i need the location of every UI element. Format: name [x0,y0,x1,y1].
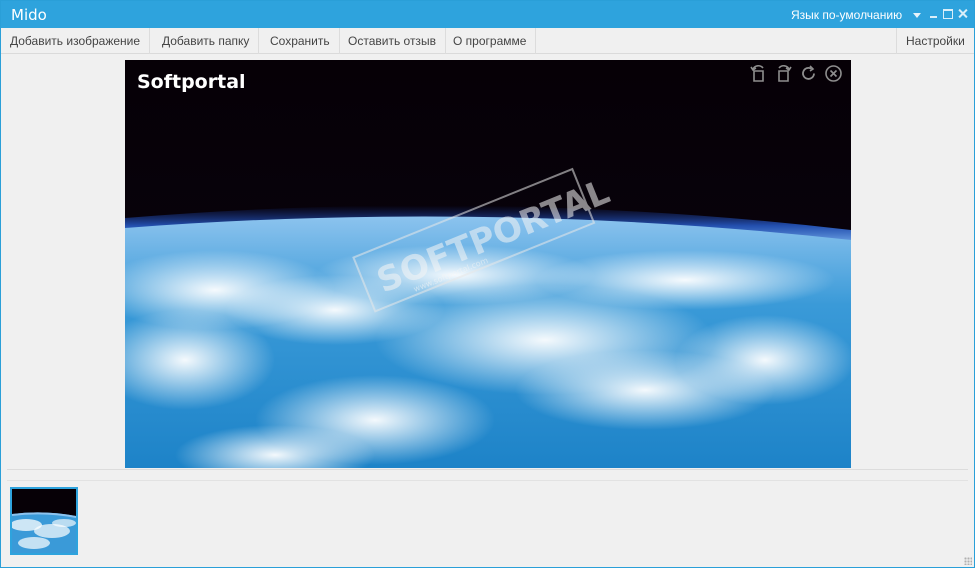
refresh-icon[interactable] [799,64,818,83]
rotate-left-icon[interactable] [749,64,768,83]
save-button[interactable]: Сохранить [261,28,340,54]
thumbnail-image [12,489,76,553]
settings-button[interactable]: Настройки [896,28,974,54]
feedback-button[interactable]: Оставить отзыв [339,28,446,54]
about-button[interactable]: О программе [444,28,537,54]
thumbnail[interactable] [10,487,78,555]
add-folder-button[interactable]: Добавить папку [153,28,260,54]
toolbar: Добавить изображение Добавить папку Сохр… [1,28,974,54]
language-select[interactable]: Язык по-умолчанию [791,8,902,22]
app-window: Mido Язык по-умолчанию Добавить изображе… [0,0,975,568]
chevron-down-icon[interactable] [913,13,921,18]
resize-grip[interactable] [964,557,972,565]
rotate-right-icon[interactable] [774,64,793,83]
earth-photo: SOFTPORTAL www.softportal.com [125,60,851,468]
maximize-icon[interactable] [943,9,953,19]
image-caption: Softportal [137,71,246,93]
image-viewer: SOFTPORTAL www.softportal.com Softportal [7,60,968,470]
add-image-button[interactable]: Добавить изображение [1,28,151,54]
close-circle-icon[interactable] [824,64,843,83]
title-bar: Mido Язык по-умолчанию [1,1,974,28]
main-image[interactable]: SOFTPORTAL www.softportal.com Softportal [125,60,851,468]
minimize-icon[interactable] [929,8,940,19]
thumbnail-strip [7,480,968,561]
app-title: Mido [11,6,47,24]
close-icon[interactable] [957,8,968,19]
